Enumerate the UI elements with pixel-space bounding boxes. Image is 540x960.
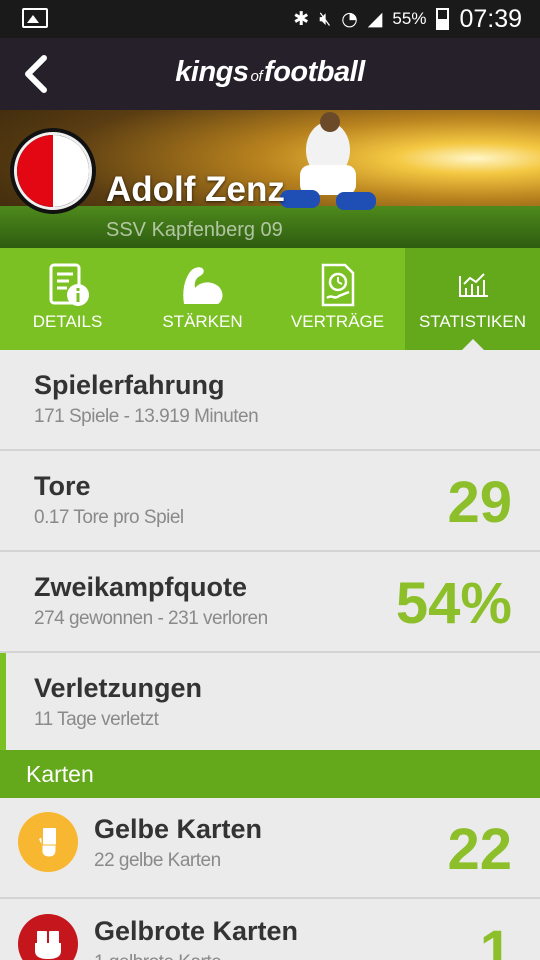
- tab-vertraege-label: VERTRÄGE: [290, 312, 385, 331]
- stat-row-verletzungen[interactable]: Verletzungen 11 Tage verletzt: [0, 653, 540, 750]
- stat-value: 29: [447, 470, 512, 535]
- app-logo: kings offootball: [0, 56, 540, 89]
- flexed-arm-icon: [182, 267, 222, 304]
- tab-statistiken-label: STATISTIKEN: [418, 312, 527, 331]
- club-crest: [10, 128, 96, 214]
- tab-staerken[interactable]: STÄRKEN: [135, 248, 270, 350]
- logo-football: football: [264, 56, 365, 88]
- stat-subtitle: 171 Spiele - 13.919 Minuten: [34, 406, 259, 427]
- bluetooth-icon: ✱: [293, 8, 310, 30]
- stat-row-zweikampfquote[interactable]: Zweikampfquote 274 gewonnen - 231 verlor…: [0, 552, 540, 653]
- app-header: kings offootball: [0, 38, 540, 110]
- card-value: 22: [447, 817, 512, 882]
- card-title: Gelbe Karten: [94, 814, 263, 844]
- section-header-karten: Karten: [0, 750, 540, 798]
- contract-icon: [321, 263, 354, 307]
- stat-title: Verletzungen: [34, 673, 203, 703]
- stat-title: Spielerfahrung: [34, 370, 225, 400]
- stat-title: Zweikampfquote: [34, 572, 248, 602]
- tab-staerken-label: STÄRKEN: [162, 312, 243, 331]
- battery-percent: 55%: [392, 9, 427, 28]
- stat-row-tore[interactable]: Tore 0.17 Tore pro Spiel 29: [0, 451, 540, 552]
- tab-details[interactable]: DETAILS: [0, 248, 135, 350]
- player-tabs: DETAILS STÄRKEN VERTRÄGE STATISTIKEN: [0, 248, 540, 350]
- clock: 07:39: [459, 4, 522, 33]
- card-subtitle: 22 gelbe Karten: [94, 850, 221, 871]
- card-row-gelbrote-karten[interactable]: Gelbrote Karten 1 gelbrote Karte 1: [0, 900, 540, 960]
- card-title: Gelbrote Karten: [94, 916, 299, 946]
- stat-subtitle: 0.17 Tore pro Spiel: [34, 507, 184, 528]
- stat-value: 54%: [395, 571, 512, 636]
- document-info-icon: [49, 263, 89, 306]
- logo-of: of: [250, 68, 263, 85]
- card-subtitle: 1 gelbrote Karte: [94, 952, 222, 960]
- card-row-gelbe-karten[interactable]: Gelbe Karten 22 gelbe Karten 22: [0, 798, 540, 899]
- tab-details-label: DETAILS: [32, 312, 103, 331]
- battery-icon: [436, 8, 450, 30]
- mute-icon: 🔇︎: [319, 8, 332, 30]
- stat-subtitle: 11 Tage verletzt: [34, 709, 159, 730]
- stat-row-spielerfahrung[interactable]: Spielerfahrung 171 Spiele - 13.919 Minut…: [0, 350, 540, 451]
- card-value: 1: [479, 919, 512, 960]
- row-accent-bar: [0, 653, 6, 750]
- tab-statistiken[interactable]: STATISTIKEN: [405, 248, 540, 350]
- status-bar: ✱ 🔇︎ ◔ ◢ 55% 07:39: [0, 0, 540, 38]
- wifi-icon: ◔: [341, 8, 358, 30]
- section-title: Karten: [26, 761, 94, 787]
- player-photo: [280, 112, 376, 210]
- yellow-red-card-icon: [18, 914, 78, 960]
- status-icons: ✱ 🔇︎ ◔ ◢ 55% 07:39: [293, 0, 522, 38]
- yellow-card-icon: [18, 812, 78, 872]
- stat-subtitle: 274 gewonnen - 231 verloren: [34, 608, 268, 629]
- chart-icon: [458, 273, 488, 297]
- signal-icon: ◢: [367, 8, 383, 30]
- player-club: SSV Kapfenberg 09: [106, 219, 283, 241]
- tab-vertraege[interactable]: VERTRÄGE: [270, 248, 405, 350]
- player-name: Adolf Zenz: [106, 170, 285, 209]
- logo-kings: kings: [175, 56, 249, 88]
- stat-title: Tore: [34, 471, 91, 501]
- gallery-notification-icon: [22, 8, 48, 28]
